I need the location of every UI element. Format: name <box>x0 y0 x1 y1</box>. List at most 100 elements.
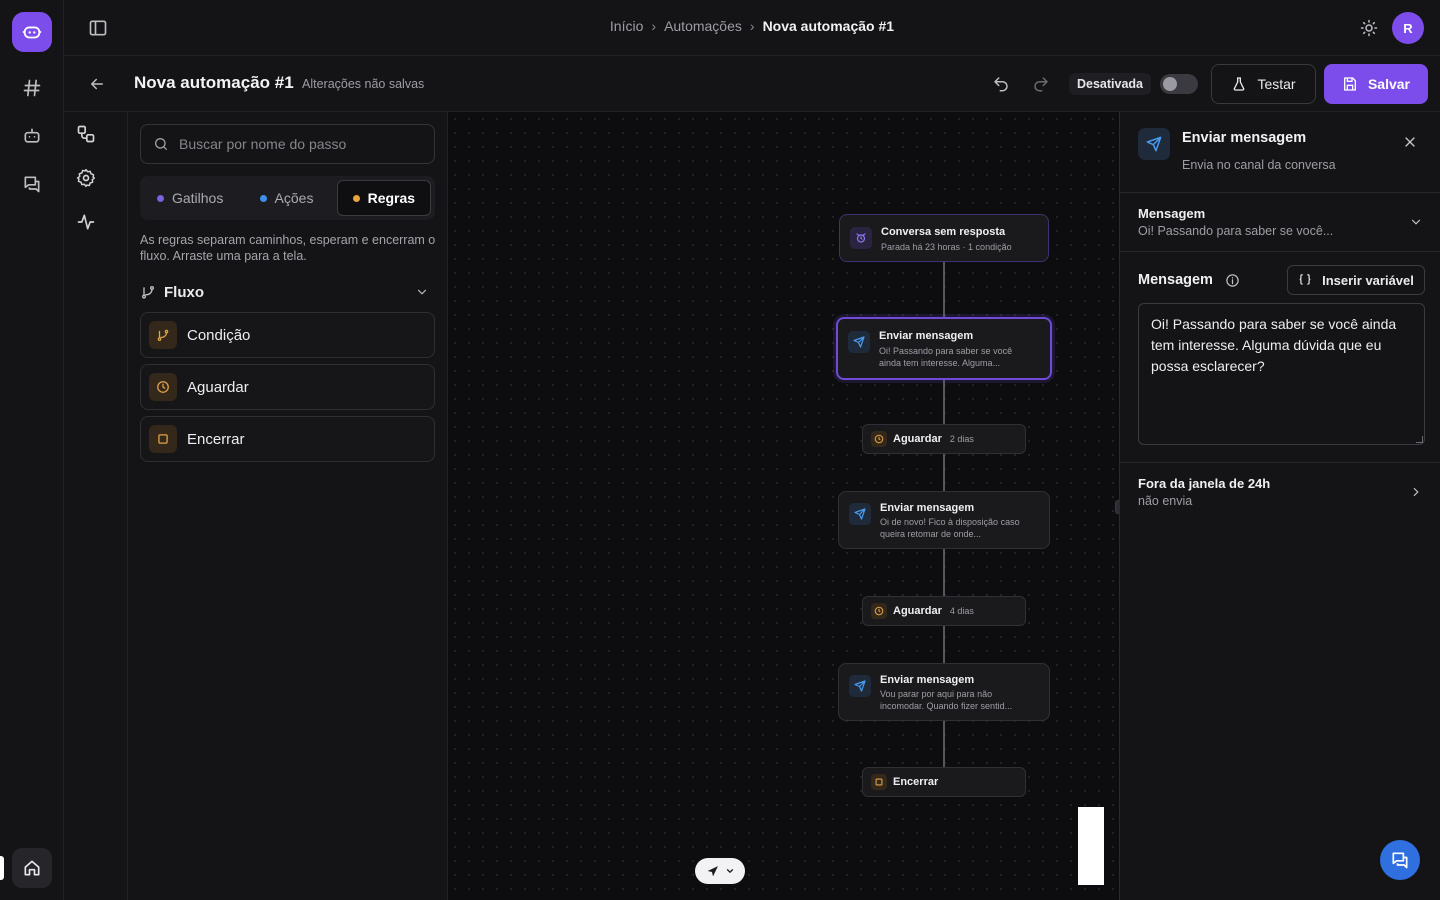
redo-button[interactable] <box>1032 75 1050 93</box>
chevron-right-icon: › <box>651 18 657 34</box>
test-button[interactable]: Testar <box>1211 64 1316 104</box>
save-button[interactable]: Salvar <box>1324 64 1428 104</box>
message-field-label: Mensagem <box>1138 272 1240 288</box>
breadcrumb-current: Nova automação #1 <box>762 18 895 34</box>
active-indicator <box>0 856 4 880</box>
undo-icon <box>994 77 1008 92</box>
message-textarea[interactable]: Oi! Passando para saber se você ainda te… <box>1138 303 1425 445</box>
support-chat-button[interactable] <box>1380 840 1420 880</box>
node-subtitle: Parada há 23 horas · 1 condição <box>881 242 1012 252</box>
send-message-node-3[interactable]: Enviar mensagem Vou parar por aqui para … <box>838 663 1050 721</box>
rule-condition[interactable]: Condição <box>140 312 435 358</box>
end-node[interactable]: Encerrar <box>862 767 1026 797</box>
node-subtitle: Vou parar por aqui para não incomodar. Q… <box>880 689 1013 711</box>
message-accordion[interactable]: Mensagem Oi! Passando para saber se você… <box>1120 193 1440 251</box>
flask-icon <box>1234 77 1245 91</box>
node-subtitle: Oi de novo! Fico à disposição caso queir… <box>880 517 1020 539</box>
send-message-node-2[interactable]: Enviar mensagem Oi de novo! Fico à dispo… <box>838 491 1050 549</box>
rule-end[interactable]: Encerrar <box>140 416 435 462</box>
channels-button[interactable] <box>16 72 48 104</box>
close-icon <box>1405 137 1415 147</box>
accordion-title: Mensagem <box>1138 206 1206 221</box>
send-message-node-1[interactable]: Enviar mensagem Oi! Passando para saber … <box>836 317 1052 380</box>
tab-label: Regras <box>367 190 416 206</box>
stop-square-icon <box>871 774 887 790</box>
chevron-down-icon <box>726 869 733 874</box>
arrow-left-icon <box>91 78 103 90</box>
breadcrumb-automations[interactable]: Automações <box>664 18 742 34</box>
tab-label: Gatilhos <box>171 190 224 206</box>
flow-steps-button[interactable] <box>74 122 98 146</box>
tab-triggers[interactable]: Gatilhos <box>144 180 236 216</box>
triggers-dot <box>156 194 164 202</box>
tab-rules[interactable]: Regras <box>336 180 431 216</box>
rule-label: Encerrar <box>187 430 245 448</box>
node-title: Encerrar <box>893 776 939 788</box>
braces-icon <box>1299 274 1311 285</box>
toggle-knob <box>1163 77 1177 91</box>
connector <box>943 379 945 425</box>
tab-label: Ações <box>274 190 314 206</box>
navigation-icon <box>707 865 718 876</box>
bots-button[interactable] <box>16 120 48 152</box>
flow-canvas[interactable]: Conversa sem resposta Parada há 23 horas… <box>448 112 1119 900</box>
minimap[interactable] <box>1078 807 1104 885</box>
chat-icon <box>1392 852 1408 869</box>
step-search[interactable] <box>140 124 435 164</box>
alarm-icon <box>850 227 872 249</box>
search-input[interactable] <box>179 136 419 152</box>
app-logo[interactable] <box>12 12 52 52</box>
wait-node-2[interactable]: Aguardar 4 dias <box>862 596 1026 626</box>
breadcrumb-home[interactable]: Início <box>610 18 643 34</box>
textarea-resize-handle[interactable] <box>1416 436 1423 443</box>
undo-button[interactable] <box>992 75 1010 93</box>
node-title: Enviar mensagem <box>880 674 975 686</box>
stop-square-icon <box>149 425 177 453</box>
theme-toggle-button[interactable] <box>1360 19 1378 37</box>
back-button[interactable] <box>88 75 106 93</box>
close-button[interactable] <box>1402 134 1418 150</box>
tab-actions[interactable]: Ações <box>240 180 332 216</box>
chevron-down-icon <box>417 289 427 295</box>
breadcrumb: Início › Automações › Nova automação #1 <box>64 18 1440 34</box>
user-avatar[interactable]: R <box>1392 12 1424 44</box>
connector <box>943 720 945 768</box>
condition-icon <box>149 321 177 349</box>
settings-button[interactable] <box>74 166 98 190</box>
step-category-tabs: Gatilhos Ações Regras <box>140 176 435 220</box>
connector <box>943 260 945 318</box>
chevron-down-icon <box>1409 215 1423 229</box>
node-title: Enviar mensagem <box>879 330 974 342</box>
message-label: Mensagem <box>1138 272 1213 288</box>
node-title: Aguardar <box>893 605 942 617</box>
insert-variable-button[interactable]: Inserir variável <box>1287 265 1425 295</box>
bot-logo-icon <box>22 26 42 39</box>
conversations-button[interactable] <box>16 168 48 200</box>
sun-icon <box>1360 19 1378 37</box>
rule-wait[interactable]: Aguardar <box>140 364 435 410</box>
status-badge: Desativada <box>1069 73 1152 95</box>
send-icon <box>1138 128 1170 160</box>
rule-label: Aguardar <box>187 378 249 396</box>
insert-variable-label: Inserir variável <box>1322 272 1414 288</box>
wait-node-1[interactable]: Aguardar 2 dias <box>862 424 1026 454</box>
search-icon <box>155 138 167 150</box>
home-button[interactable] <box>12 848 52 888</box>
active-toggle[interactable] <box>1160 74 1198 94</box>
outside-24h-window-setting[interactable]: Fora da janela de 24h não envia <box>1120 463 1440 521</box>
activity-button[interactable] <box>74 210 98 234</box>
node-subtitle: 4 dias <box>949 606 974 616</box>
top-bar: Início › Automações › Nova automação #1 … <box>64 0 1440 56</box>
flow-section-header[interactable]: Fluxo <box>140 280 435 304</box>
clock-icon <box>149 373 177 401</box>
left-rail <box>0 0 64 900</box>
canvas-pointer-mode-button[interactable] <box>695 858 745 884</box>
chevron-right-icon: › <box>749 18 755 34</box>
node-title: Enviar mensagem <box>880 502 975 514</box>
save-label: Salvar <box>1367 76 1411 92</box>
chevron-right-icon <box>1409 485 1423 499</box>
trigger-node[interactable]: Conversa sem resposta Parada há 23 horas… <box>839 214 1049 262</box>
node-subtitle: Oi! Passando para saber se você ainda te… <box>879 346 1013 368</box>
bot-icon <box>24 128 40 143</box>
node-title: Aguardar <box>893 433 942 445</box>
